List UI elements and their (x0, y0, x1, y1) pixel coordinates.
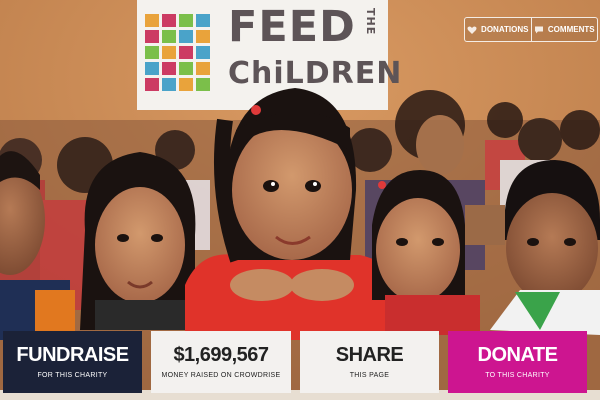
money-raised-amount: $1,699,567 (173, 344, 269, 366)
speech-bubble-icon (534, 26, 543, 33)
heart-icon (467, 26, 477, 34)
donate-button[interactable]: DONATE TO THIS CHARITY (448, 331, 587, 393)
donate-subtitle: TO THIS CHARITY (485, 372, 550, 379)
share-subtitle: THIS PAGE (349, 372, 390, 379)
donate-title: DONATE (477, 344, 558, 366)
hero-section: FEED THE ChiLDREN DONATIONS COMMENTS FUN… (0, 0, 600, 400)
money-raised-subtitle: MONEY RAISED ON CROWDRISE (161, 372, 281, 379)
banner-the-text: THE (364, 8, 377, 36)
fundraise-button[interactable]: FUNDRAISE FOR THIS CHARITY (3, 331, 142, 393)
donations-button[interactable]: DONATIONS (465, 18, 531, 41)
child-girl-left (80, 152, 196, 330)
fundraise-title: FUNDRAISE (16, 344, 129, 366)
fundraise-subtitle: FOR THIS CHARITY (37, 372, 108, 379)
donations-comments-toggle: DONATIONS COMMENTS (464, 17, 598, 42)
banner-children-text: ChiLDREN (228, 56, 403, 91)
comments-button[interactable]: COMMENTS (530, 18, 598, 41)
share-title: SHARE (335, 344, 404, 366)
comments-label: COMMENTS (547, 25, 595, 34)
money-raised-box: $1,699,567 MONEY RAISED ON CROWDRISE (151, 331, 291, 393)
banner-feed-text: FEED (228, 2, 356, 52)
donations-label: DONATIONS (481, 25, 529, 34)
share-button[interactable]: SHARE THIS PAGE (300, 331, 439, 393)
